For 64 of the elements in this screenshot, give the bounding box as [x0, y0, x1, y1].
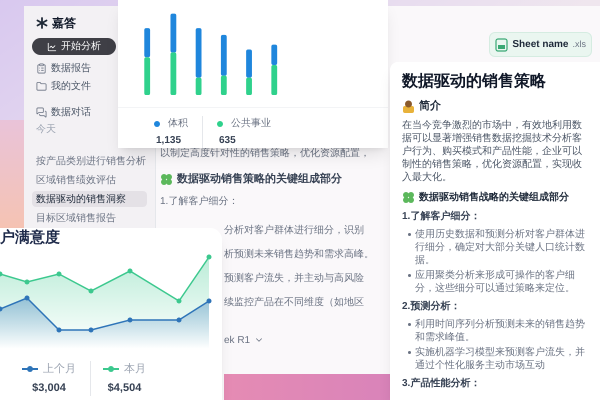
- legend-value: 1,135: [156, 134, 182, 148]
- history-item[interactable]: 按产品类别进行销售分析: [32, 153, 147, 169]
- legend-value: 635: [219, 134, 237, 148]
- legend-value: $4,504: [108, 380, 142, 396]
- file-extension: .xls: [572, 38, 586, 51]
- data-point: [56, 272, 62, 276]
- data-point: [176, 318, 182, 322]
- model-dropdown[interactable]: ek R1: [224, 332, 264, 348]
- data-point: [128, 268, 132, 274]
- clipboard-icon: [36, 63, 47, 74]
- file-name: Sheet name: [512, 38, 568, 52]
- subheading: 1.了解客户细分：: [160, 194, 238, 208]
- spreadsheet-file-icon: [495, 38, 508, 52]
- data-point: [24, 280, 30, 284]
- nav-item[interactable]: 数据报告: [32, 61, 95, 76]
- folder-icon: [36, 81, 47, 92]
- nav-item[interactable]: 数据对话: [32, 105, 95, 120]
- data-point: [206, 298, 212, 304]
- subheading: 1.了解客户细分：: [402, 209, 482, 224]
- line-chart-icon: [47, 42, 57, 52]
- paragraph: 在当今竞争激烈的市场中，有效地利用数据可以显著增强销售数据挖掘技术分析客户行为、购买模式和产品性能，企业可以制性的销售策略，优化资源配置，实现收入最大化。: [402, 118, 583, 184]
- data-point: [0, 306, 2, 312]
- file-chip[interactable]: Sheet name .xls: [489, 32, 592, 57]
- text-fragment: 续监控产品在不同维度（如地区: [224, 296, 364, 310]
- legend-label: 体积: [168, 117, 188, 131]
- clover-icon: [160, 172, 173, 186]
- data-point: [88, 328, 94, 332]
- text-fragment: 析预测未来销售趋势和需求高峰。: [224, 248, 374, 262]
- chat-icon: [36, 107, 47, 118]
- logo-text: 嘉答: [52, 15, 76, 32]
- legend-value: $3,004: [32, 380, 66, 396]
- legend-label: 公共事业: [231, 116, 271, 131]
- document-title: 数据驱动的销售策略: [402, 72, 547, 92]
- data-point: [0, 272, 2, 276]
- history-item[interactable]: 目标区域销售报告: [32, 210, 147, 226]
- subheading: 3.产品性能分析：: [402, 376, 482, 390]
- start-analysis-button[interactable]: 开始分析: [32, 38, 116, 55]
- bullet-item: 使用历史数据和预测分析对客户群体进行细分，确定对大部分关键人口统计数据。: [415, 228, 586, 266]
- text-fragment: 预测客户流失，并主动与高风险: [224, 272, 364, 286]
- data-point: [128, 318, 132, 322]
- section-heading: 数据驱动销售战略的关键组成部分: [419, 190, 569, 204]
- nav-item[interactable]: 我的文件: [32, 79, 95, 94]
- section-heading: 数据驱动销售策略的关键组成部分: [177, 172, 342, 187]
- section-heading: 简介: [419, 98, 441, 114]
- bullet-item: 实施机器学习模型来预测客户流失，并通过个性化服务主动市场互动: [415, 346, 586, 372]
- card-title: 户满意度: [0, 230, 61, 245]
- data-point: [206, 254, 212, 260]
- subheading: 2.预测分析：: [402, 300, 462, 314]
- bullet-item: 应用聚类分析来形成可操作的客户细分，这些细分可以通过策略来定位。: [415, 268, 576, 294]
- paragraph-fragment: 以制定高度针对性的销售策略，优化资源配置，: [160, 147, 370, 161]
- data-point: [24, 296, 30, 300]
- person-emoji-icon: [402, 100, 415, 113]
- clover-icon: [402, 190, 415, 204]
- legend-label: 本月: [124, 362, 146, 377]
- legend-label: 上个月: [43, 362, 76, 377]
- data-point: [56, 328, 62, 332]
- bullet-item: 利用时间序列分析预测未来的销售趋势和需求峰值。: [415, 318, 586, 344]
- section-label: 今天: [35, 123, 57, 137]
- history-item[interactable]: 区域销售绩效评估: [32, 172, 147, 188]
- history-item[interactable]: 数据驱动的销售洞察: [32, 191, 147, 207]
- data-point: [88, 288, 94, 294]
- data-point: [176, 298, 182, 304]
- text-fragment: 分析对客户群体进行细分，识别: [224, 224, 364, 238]
- asterisk-logo-icon: [36, 17, 48, 29]
